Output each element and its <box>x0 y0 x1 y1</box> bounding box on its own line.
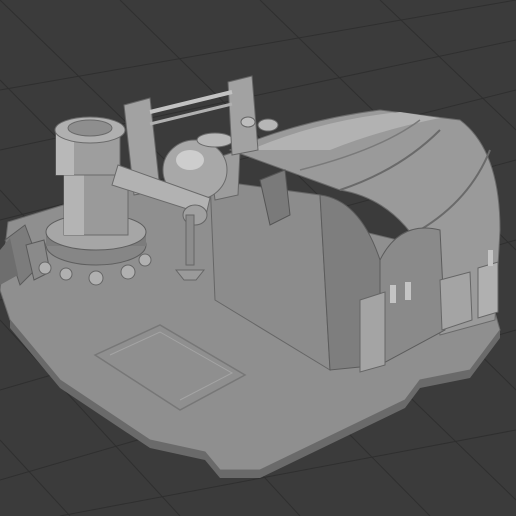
3d-viewport[interactable] <box>0 0 516 516</box>
viewport-canvas[interactable] <box>0 0 516 516</box>
